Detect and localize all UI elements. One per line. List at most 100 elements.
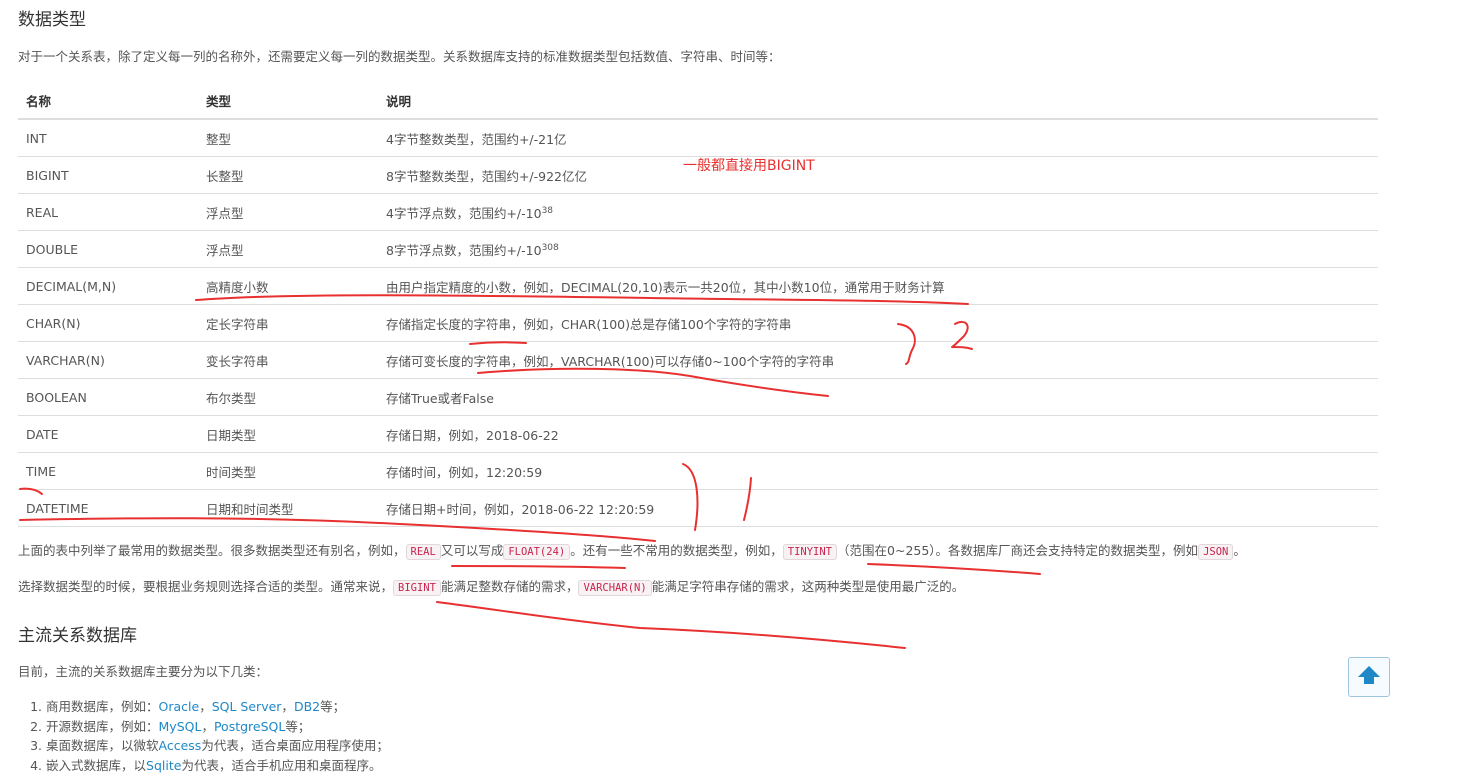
link-oracle[interactable]: Oracle [159,699,200,714]
desc-text: 4字节浮点数，范围约+/-10 [386,205,542,221]
cell-desc: 存储可变长度的字符串，例如，VARCHAR(100)可以存储0~100个字符的字… [378,341,1378,379]
text: 选择数据类型的时候，要根据业务规则选择合适的类型。通常来说， [18,579,394,594]
header-name: 名称 [18,82,198,120]
cell-desc: 8字节整数类型，范围约+/-922亿亿 [378,156,1378,194]
table-row: VARCHAR(N) 变长字符串 存储可变长度的字符串，例如，VARCHAR(1… [18,341,1378,379]
cell-desc: 存储指定长度的字符串，例如，CHAR(100)总是存储100个字符的字符串 [378,304,1378,342]
code-bigint: BIGINT [393,580,441,596]
cell-name: INT [18,119,198,157]
text: 等； [285,718,311,734]
link-mysql[interactable]: MySQL [159,719,202,734]
table-header-row: 名称 类型 说明 [18,82,1378,120]
cell-desc: 4字节浮点数，范围约+/-1038 [378,193,1378,231]
cell-name: CHAR(N) [18,304,198,342]
underline-real [451,565,626,569]
data-types-table: 名称 类型 说明 INT 整型 4字节整数类型，范围约+/-21亿 BIGINT… [18,82,1378,527]
cell-desc: 存储True或者False [378,378,1378,416]
cell-name: TIME [18,452,198,490]
text: 。还有一些不常用的数据类型，例如， [570,543,783,558]
mainstream-db-intro: 目前，主流的关系数据库主要分为以下几类： [18,664,269,679]
list-item: 嵌入式数据库，以Sqlite为代表，适合手机应用和桌面程序。 [46,756,389,776]
text: 商用数据库，例如： [46,699,159,714]
cell-desc: 存储日期+时间，例如，2018-06-22 12:20:59 [378,489,1378,527]
handwritten-note: 一般都直接用BIGINT [683,158,815,174]
code-varchar: VARCHAR(N) [578,580,652,596]
section-title-mainstream-db: 主流关系数据库 [18,626,137,646]
list-item: 商用数据库，例如：Oracle，SQL Server，DB2等； [46,697,389,717]
cell-type: 高精度小数 [198,267,378,305]
cell-type: 整型 [198,119,378,157]
cell-type: 浮点型 [198,193,378,231]
cell-desc: 存储时间，例如，12:20:59 [378,452,1378,490]
text: 能满足整数存储的需求， [440,579,579,594]
cell-desc: 8字节浮点数，范围约+/-10308 [378,230,1378,268]
cell-name: REAL [18,193,198,231]
text: 又可以写成 [440,543,504,558]
text: 等； [320,699,346,714]
text: 桌面数据库，以微软 [46,738,159,753]
code-real: REAL [405,544,441,560]
table-row: DOUBLE 浮点型 8字节浮点数，范围约+/-10308 [18,230,1378,268]
desc-text: 8字节浮点数，范围约+/-10 [386,242,542,258]
choose-type-paragraph: 选择数据类型的时候，要根据业务规则选择合适的类型。通常来说， BIGINT 能满足整… [18,578,964,597]
link-access[interactable]: Access [159,738,202,753]
header-type: 类型 [198,82,378,120]
text: ， [201,718,214,734]
cell-desc: 存储日期，例如，2018-06-22 [378,415,1378,453]
table-row: REAL 浮点型 4字节浮点数，范围约+/-1038 [18,193,1378,231]
header-description: 说明 [378,82,1378,120]
text: 开源数据库，例如： [46,718,159,734]
cell-type: 长整型 [198,156,378,194]
database-category-list: 商用数据库，例如：Oracle，SQL Server，DB2等； 开源数据库，例… [18,697,389,775]
code-float: FLOAT(24) [503,544,571,560]
cell-name: DOUBLE [18,230,198,268]
section-title-data-types: 数据类型 [18,10,86,30]
text: 。 [1233,543,1246,558]
underline-tinyint [867,563,1041,575]
alias-paragraph: 上面的表中列举了最常用的数据类型。很多数据类型还有别名，例如， REAL 又可以写成… [18,542,1246,561]
table-row: TIME 时间类型 存储时间，例如，12:20:59 [18,452,1378,490]
table-row: CHAR(N) 定长字符串 存储指定长度的字符串，例如，CHAR(100)总是存… [18,304,1378,342]
text: ， [199,699,212,714]
link-sql-server[interactable]: SQL Server [212,699,282,714]
arrow-up-icon [1356,664,1382,691]
cell-type: 布尔类型 [198,378,378,416]
text: 为代表，适合桌面应用程序使用； [201,738,389,753]
cell-type: 时间类型 [198,452,378,490]
list-item: 桌面数据库，以微软Access为代表，适合桌面应用程序使用； [46,736,389,756]
cell-name: BIGINT [18,156,198,194]
table-row: INT 整型 4字节整数类型，范围约+/-21亿 [18,119,1378,157]
link-postgresql[interactable]: PostgreSQL [214,719,285,734]
cell-desc: 4字节整数类型，范围约+/-21亿 [378,119,1378,157]
text: 为代表，适合手机应用和桌面程序。 [181,757,382,773]
cell-type: 浮点型 [198,230,378,268]
text: ， [281,699,294,714]
code-json: JSON [1198,544,1234,560]
text: 能满足字符串存储的需求，这两种类型是使用最广泛的。 [651,579,965,594]
underline-bigint [436,601,906,649]
table-row: BOOLEAN 布尔类型 存储True或者False [18,378,1378,416]
back-to-top-button[interactable] [1348,657,1390,697]
cell-name: DATETIME [18,489,198,527]
table-row: DATETIME 日期和时间类型 存储日期+时间，例如，2018-06-22 1… [18,489,1378,527]
text: 上面的表中列举了最常用的数据类型。很多数据类型还有别名，例如， [18,543,406,558]
table-row: DATE 日期类型 存储日期，例如，2018-06-22 [18,415,1378,453]
text: 嵌入式数据库，以 [46,757,147,773]
cell-name: DATE [18,415,198,453]
link-db2[interactable]: DB2 [294,699,320,714]
exponent: 38 [541,205,554,216]
link-sqlite[interactable]: Sqlite [146,758,181,773]
cell-name: DECIMAL(M,N) [18,267,198,305]
list-item: 开源数据库，例如：MySQL，PostgreSQL等； [46,717,389,737]
exponent: 308 [541,242,559,253]
cell-type: 定长字符串 [198,304,378,342]
data-types-intro: 对于一个关系表，除了定义每一列的名称外，还需要定义每一列的数据类型。关系数据库支… [18,49,781,64]
cell-type: 变长字符串 [198,341,378,379]
cell-type: 日期类型 [198,415,378,453]
cell-desc: 由用户指定精度的小数，例如，DECIMAL(20,10)表示一共20位，其中小数… [378,267,1378,305]
cell-name: VARCHAR(N) [18,341,198,379]
cell-name: BOOLEAN [18,378,198,416]
code-tinyint: TINYINT [782,544,838,560]
cell-type: 日期和时间类型 [198,489,378,527]
text: （范围在0~255）。各数据库厂商还会支持特定的数据类型，例如 [837,543,1199,558]
